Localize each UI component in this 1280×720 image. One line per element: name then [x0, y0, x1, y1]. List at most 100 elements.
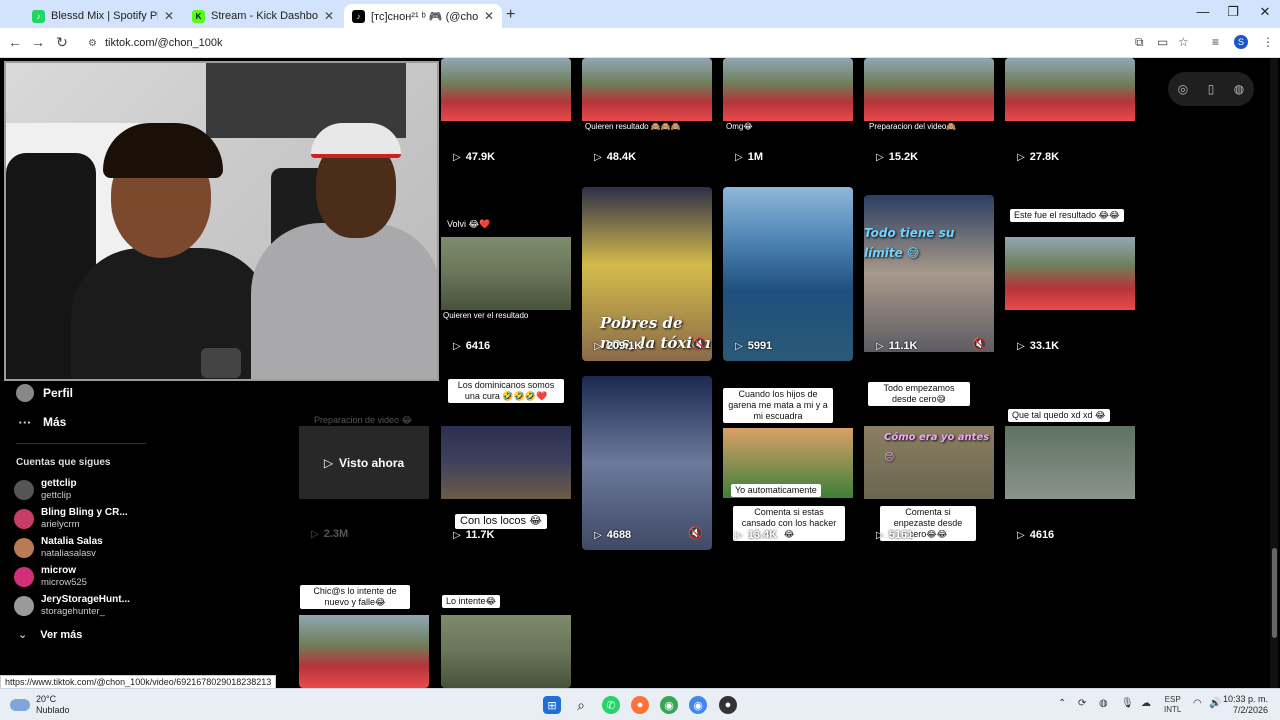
- compass-icon[interactable]: ◎: [1178, 82, 1188, 96]
- obs-icon[interactable]: ●: [719, 696, 737, 714]
- mute-icon[interactable]: 🔇: [688, 526, 703, 540]
- close-window-icon[interactable]: ✕: [1250, 4, 1280, 20]
- language-indicator[interactable]: ESP INTL: [1164, 695, 1181, 715]
- video-card[interactable]: Preparacion del video🙈 ▷ 15.2K: [864, 58, 994, 173]
- phone-icon[interactable]: ▯: [1208, 82, 1215, 96]
- scrollbar-thumb[interactable]: [1272, 548, 1277, 638]
- view-count: ▷ 48.4K: [594, 151, 637, 163]
- video-card[interactable]: Quieren resultado 🙈🙈🙈 ▷ 48.4K: [582, 58, 712, 173]
- account-name: JeryStorageHunt...: [41, 594, 130, 605]
- avatar[interactable]: ◍: [1234, 82, 1244, 96]
- following-account[interactable]: Natalia Salas nataliasalasv: [14, 536, 103, 560]
- video-thumbnail: [1005, 237, 1135, 310]
- mute-icon[interactable]: 🔇: [972, 337, 987, 351]
- video-card[interactable]: Pobres de nos, la tóxica ▷ 209.1K 🔇: [582, 187, 712, 361]
- video-card[interactable]: Chic@s lo intente de nuevo y falle😂: [299, 583, 429, 688]
- sidebar-item-perfil[interactable]: Perfil: [16, 384, 73, 402]
- video-caption: Los dominicanos somos una cura 🤣🤣🤣❤️: [448, 379, 564, 403]
- tab-spotify[interactable]: ♪ Blessd Mix | Spotify Playlist ✕: [24, 4, 182, 28]
- video-caption: Con los locos 😂: [455, 514, 547, 529]
- reload-icon[interactable]: ↻: [53, 34, 71, 51]
- view-count: ▷ 209.1K: [594, 340, 643, 352]
- view-count: ▷ 11.1K: [876, 340, 918, 352]
- following-account[interactable]: gettclip gettclip: [14, 478, 77, 502]
- firefox-icon[interactable]: ●: [631, 696, 649, 714]
- url-text: tiktok.com/@chon_100k: [104, 37, 223, 49]
- translate-icon[interactable]: ⧉: [1135, 35, 1144, 50]
- new-tab-icon[interactable]: +: [506, 6, 515, 24]
- video-card[interactable]: Cuando los hijos de garena me mata a mi …: [723, 376, 853, 550]
- following-account[interactable]: JeryStorageHunt... storagehunter_: [14, 594, 130, 618]
- bookmark-star-icon[interactable]: ☆: [1178, 35, 1189, 49]
- video-card[interactable]: Todo tiene su límite 😅 ▷ 11.1K 🔇: [864, 195, 994, 361]
- video-thumbnail: [1005, 58, 1135, 121]
- view-count: ▷ 33.1K: [1017, 340, 1060, 352]
- sidebar-item-label: Más: [43, 415, 67, 429]
- account-name: Natalia Salas: [41, 536, 103, 547]
- video-card[interactable]: Omg😂 ▷ 1M: [723, 58, 853, 173]
- play-icon: ▷: [876, 529, 884, 541]
- network-icon[interactable]: ◍: [1099, 698, 1108, 709]
- tab-tiktok[interactable]: ♪ [тс]снон²¹ ᵇ 🎮 (@chon_10 ✕: [344, 4, 502, 28]
- address-bar[interactable]: ⚙ tiktok.com/@chon_100k: [80, 31, 1122, 55]
- play-icon: ▷: [735, 151, 743, 163]
- tab-kick[interactable]: K Stream - Kick Dashboard ✕: [184, 4, 342, 28]
- play-icon: ▷: [876, 340, 884, 352]
- spotify-icon: ♪: [32, 9, 45, 23]
- sync-icon[interactable]: ⟳: [1078, 698, 1086, 709]
- microphone-icon[interactable]: 🎙: [1121, 698, 1134, 709]
- video-card[interactable]: Que tal quedo xd xd 😂 ▷ 4616: [1005, 376, 1135, 550]
- floating-controls: ◎ ▯ ◍: [1168, 72, 1254, 106]
- chrome-icon[interactable]: ◉: [660, 696, 678, 714]
- close-icon[interactable]: ✕: [484, 9, 494, 23]
- ver-mas-button[interactable]: ⌄ Ver más: [18, 628, 82, 642]
- mute-icon[interactable]: 🔇: [692, 337, 707, 351]
- search-icon[interactable]: ⌕: [572, 696, 590, 714]
- chrome-icon[interactable]: ◉: [689, 696, 707, 714]
- visto-ahora-badge[interactable]: ▷ Visto ahora: [299, 426, 429, 499]
- forward-icon[interactable]: →: [29, 34, 47, 50]
- cloud-icon: [10, 699, 30, 711]
- onedrive-icon[interactable]: ☁: [1141, 698, 1151, 709]
- video-card[interactable]: Los dominicanos somos una cura 🤣🤣🤣❤️ Con…: [441, 376, 571, 550]
- menu-kebab-icon[interactable]: ⋮: [1262, 35, 1274, 49]
- video-caption: Yo automaticamente: [731, 484, 821, 497]
- view-count: ▷ 15.2K: [876, 151, 919, 163]
- video-caption: Preparacion de video 😂: [314, 415, 413, 425]
- video-overlay-text: Cómo era yo antes 😔: [884, 432, 990, 463]
- wifi-icon[interactable]: ◠: [1193, 698, 1202, 709]
- profile-icon: [16, 384, 34, 402]
- video-card[interactable]: Lo intente😂: [441, 583, 571, 688]
- clock[interactable]: 10:33 p. m. 7/2/2026: [1218, 694, 1268, 716]
- whatsapp-icon[interactable]: ✆: [602, 696, 620, 714]
- account-handle: gettclip: [41, 490, 72, 501]
- site-info-icon[interactable]: ⚙: [88, 38, 97, 49]
- video-card[interactable]: Todo empezamos desde cero😅 Cómo era yo a…: [864, 376, 994, 550]
- video-card[interactable]: Volvi 😂❤️ Quieren ver el resultado ▷ 6416: [441, 187, 571, 361]
- following-account[interactable]: Bling Bling y CR... arielycrm: [14, 507, 128, 531]
- minimize-icon[interactable]: —: [1188, 4, 1218, 19]
- video-card[interactable]: ▷ 4688 🔇: [582, 376, 712, 550]
- chevron-up-icon[interactable]: ⌃: [1058, 698, 1066, 709]
- reading-list-icon[interactable]: ≡: [1212, 35, 1219, 49]
- video-card[interactable]: ▷ 5991: [723, 187, 853, 361]
- following-account[interactable]: microw microw525: [14, 565, 87, 589]
- close-icon[interactable]: ✕: [324, 9, 334, 23]
- windows-start-icon[interactable]: ⊞: [543, 696, 561, 714]
- cast-icon[interactable]: ▭: [1157, 35, 1168, 49]
- play-icon: ▷: [311, 528, 319, 540]
- close-icon[interactable]: ✕: [164, 9, 174, 23]
- more-dots-icon: ···: [18, 414, 32, 430]
- video-caption: Este fue el resultado 😂😂: [1010, 209, 1124, 222]
- video-card[interactable]: ▷ 27.8K: [1005, 58, 1135, 173]
- restore-icon[interactable]: ❐: [1218, 4, 1248, 20]
- account-handle: arielycrm: [41, 519, 80, 530]
- sidebar-item-mas[interactable]: ··· Más: [16, 413, 67, 431]
- video-caption: Volvi 😂❤️: [447, 219, 491, 229]
- video-card[interactable]: Este fue el resultado 😂😂 ▷ 33.1K: [1005, 187, 1135, 361]
- weather-widget[interactable]: 20°C Nublado: [10, 694, 70, 716]
- view-count: ▷ 27.8K: [1017, 151, 1060, 163]
- video-card[interactable]: ▷ 47.9K: [441, 58, 571, 173]
- back-icon[interactable]: ←: [6, 34, 24, 50]
- profile-avatar[interactable]: S: [1234, 35, 1248, 49]
